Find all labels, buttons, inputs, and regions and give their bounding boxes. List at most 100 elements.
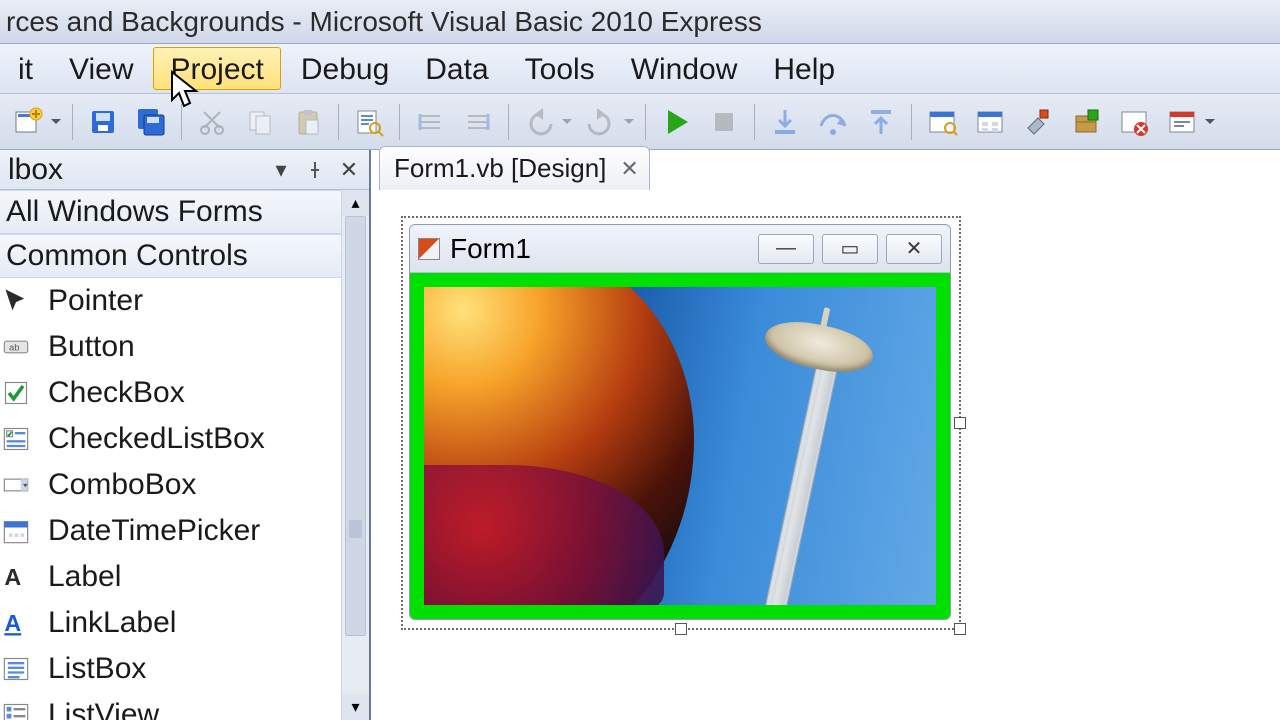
document-tab[interactable]: Form1.vb [Design] ✕ [379, 146, 650, 190]
menu-data[interactable]: Data [407, 44, 506, 93]
properties-window-button[interactable] [970, 102, 1010, 142]
new-project-button[interactable] [8, 102, 48, 142]
resize-handle-south[interactable] [675, 623, 687, 635]
toolbox-item-label: LinkLabel [48, 606, 176, 640]
scroll-up-button[interactable]: ▴ [342, 190, 369, 216]
toolbox-item-combobox[interactable]: ComboBox [0, 462, 341, 508]
toolbox-panel: lbox ▾ ✕ All Windows Forms Common Contro… [0, 150, 370, 720]
redo-button[interactable] [581, 102, 621, 142]
close-icon: ✕ [906, 236, 923, 261]
step-into-button[interactable] [765, 102, 805, 142]
svg-text:A: A [4, 564, 21, 590]
minimize-icon: — [776, 237, 796, 260]
close-icon[interactable]: ✕ [335, 156, 363, 184]
undo-button[interactable] [519, 102, 559, 142]
toolbox-item-checkbox[interactable]: CheckBox [0, 370, 341, 416]
document-tab-label: Form1.vb [Design] [394, 153, 606, 184]
save-button[interactable] [83, 102, 123, 142]
undo-dropdown[interactable] [561, 102, 573, 142]
extension-manager-button[interactable] [1066, 102, 1106, 142]
toolbar-separator [645, 104, 646, 140]
main-area: lbox ▾ ✕ All Windows Forms Common Contro… [0, 150, 1280, 720]
copy-button[interactable] [240, 102, 280, 142]
paste-button[interactable] [288, 102, 328, 142]
toolbox-item-listbox[interactable]: ListBox [0, 646, 341, 692]
toolbox-group-all[interactable]: All Windows Forms [0, 190, 341, 234]
scroll-thumb[interactable] [345, 216, 366, 636]
form-maximize-button[interactable]: ▭ [822, 234, 878, 264]
form-minimize-button[interactable]: — [758, 234, 814, 264]
scroll-grip [349, 520, 362, 538]
form-selection-frame: Form1 — ▭ ✕ [401, 216, 961, 630]
menu-label: Tools [525, 53, 595, 87]
toolbox-item-checkedlistbox[interactable]: CheckedListBox [0, 416, 341, 462]
menu-label: Debug [301, 53, 389, 87]
form1-window[interactable]: Form1 — ▭ ✕ [409, 224, 951, 620]
toolbar-separator [754, 104, 755, 140]
toolbox-button[interactable] [1018, 102, 1058, 142]
listview-icon [2, 701, 30, 720]
group-label: All Windows Forms [6, 195, 263, 228]
uncomment-button[interactable] [458, 102, 498, 142]
form-client-area [410, 273, 950, 619]
step-over-button[interactable] [813, 102, 853, 142]
svg-text:ab: ab [9, 343, 19, 353]
listbox-icon [2, 655, 30, 683]
design-surface: Form1.vb [Design] ✕ Form1 — ▭ [370, 150, 1280, 720]
toolbox-header: lbox ▾ ✕ [0, 150, 369, 190]
form-title: Form1 [450, 233, 531, 265]
toolbox-item-label[interactable]: A Label [0, 554, 341, 600]
toolbox-item-label: DateTimePicker [48, 514, 260, 548]
toolbar-overflow[interactable] [1204, 102, 1216, 142]
save-all-button[interactable] [131, 102, 171, 142]
scroll-down-button[interactable]: ▾ [342, 694, 369, 720]
pin-icon[interactable] [301, 156, 329, 184]
tab-close-icon[interactable]: ✕ [620, 156, 638, 182]
toolbox-item-pointer[interactable]: Pointer [0, 278, 341, 324]
menu-label: Data [425, 53, 488, 87]
stop-debug-button[interactable] [704, 102, 744, 142]
checkedlistbox-icon [2, 425, 30, 453]
toolbox-item-label: ComboBox [48, 468, 196, 502]
menu-debug[interactable]: Debug [283, 44, 407, 93]
toolbox-item-linklabel[interactable]: A LinkLabel [0, 600, 341, 646]
resize-handle-east[interactable] [954, 417, 966, 429]
toolbox-scrollbar[interactable]: ▴ ▾ [341, 190, 369, 720]
datetimepicker-icon [2, 517, 30, 545]
group-label: Common Controls [6, 239, 248, 272]
form-close-button[interactable]: ✕ [886, 234, 942, 264]
comment-button[interactable] [410, 102, 450, 142]
menu-window[interactable]: Window [613, 44, 756, 93]
toolbox-list: All Windows Forms Common Controls Pointe… [0, 190, 341, 720]
svg-text:A: A [4, 610, 21, 636]
redo-dropdown[interactable] [623, 102, 635, 142]
form-background-image [424, 287, 936, 605]
designer-canvas[interactable]: Form1 — ▭ ✕ [371, 190, 1280, 720]
toolbar-separator [399, 104, 400, 140]
menu-help[interactable]: Help [755, 44, 853, 93]
menu-edit[interactable]: it [0, 44, 51, 93]
label-icon: A [2, 563, 30, 591]
step-out-button[interactable] [861, 102, 901, 142]
solution-explorer-button[interactable] [922, 102, 962, 142]
toolbox-item-button[interactable]: ab Button [0, 324, 341, 370]
toolbox-group-common[interactable]: Common Controls [0, 234, 341, 278]
toolbox-item-label: ListView [48, 698, 159, 720]
toolbox-item-listview[interactable]: ListView [0, 692, 341, 720]
menu-tools[interactable]: Tools [507, 44, 613, 93]
error-list-button[interactable] [1114, 102, 1154, 142]
combobox-icon [2, 471, 30, 499]
immediate-window-button[interactable] [1162, 102, 1202, 142]
new-project-dropdown[interactable] [50, 102, 62, 142]
menu-view[interactable]: View [51, 44, 151, 93]
toolbox-dropdown-icon[interactable]: ▾ [267, 156, 295, 184]
menu-label: Help [773, 53, 835, 87]
find-button[interactable] [349, 102, 389, 142]
pointer-icon [2, 287, 30, 315]
toolbox-item-datetimepicker[interactable]: DateTimePicker [0, 508, 341, 554]
resize-handle-southeast[interactable] [954, 623, 966, 635]
form-title-bar: Form1 — ▭ ✕ [410, 225, 950, 273]
toolbar-separator [911, 104, 912, 140]
start-debug-button[interactable] [656, 102, 696, 142]
maximize-icon: ▭ [841, 236, 860, 261]
